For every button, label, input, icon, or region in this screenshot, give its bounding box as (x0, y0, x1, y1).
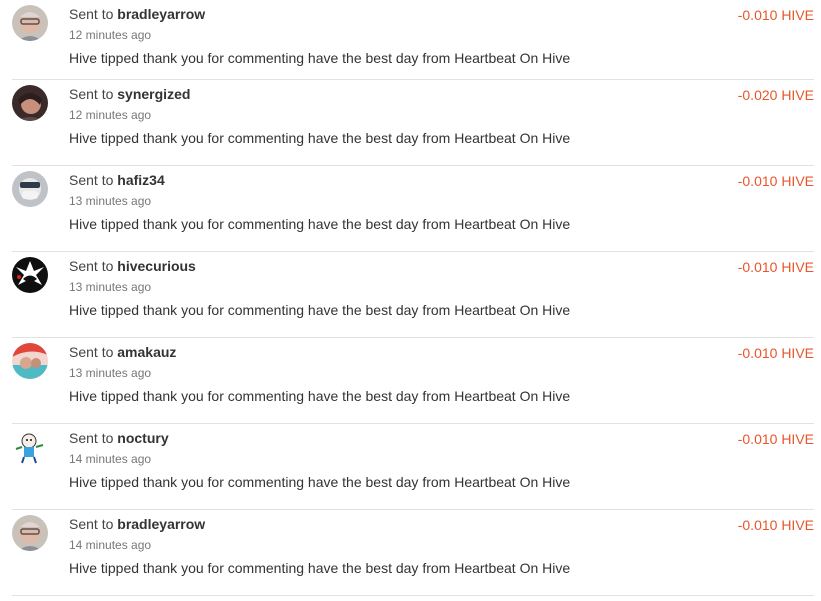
avatar[interactable] (12, 257, 48, 293)
sent-prefix: Sent to (69, 6, 114, 22)
transfer-row: Sent to hafiz34 13 minutes ago Hive tipp… (12, 166, 814, 252)
recipient-line: Sent to bradleyarrow (69, 6, 205, 22)
transfer-amount: -0.020 HIVE (737, 87, 814, 103)
transfer-memo: Hive tipped thank you for commenting hav… (69, 474, 571, 490)
transfer-row: Sent to amakauz 13 minutes ago Hive tipp… (12, 338, 814, 424)
recipient-username[interactable]: noctury (117, 430, 168, 446)
timestamp: 14 minutes ago (69, 452, 152, 466)
transfer-row: Sent to synergized 12 minutes ago Hive t… (12, 80, 814, 166)
transfer-memo: Hive tipped thank you for commenting hav… (69, 560, 571, 576)
transfer-row: Sent to bradleyarrow 12 minutes ago Hive… (12, 0, 814, 80)
transfer-row: Sent to bradleyarrow 14 minutes ago Hive… (12, 510, 814, 596)
timestamp: 13 minutes ago (69, 280, 152, 294)
recipient-username[interactable]: bradleyarrow (117, 516, 205, 532)
recipient-username[interactable]: bradleyarrow (117, 6, 205, 22)
transfer-memo: Hive tipped thank you for commenting hav… (69, 130, 571, 146)
transfer-row: Sent to noctury 14 minutes ago Hive tipp… (12, 424, 814, 510)
timestamp: 13 minutes ago (69, 366, 152, 380)
avatar[interactable] (12, 171, 48, 207)
sent-prefix: Sent to (69, 430, 114, 446)
recipient-line: Sent to amakauz (69, 344, 176, 360)
timestamp: 12 minutes ago (69, 108, 152, 122)
sent-prefix: Sent to (69, 344, 114, 360)
avatar[interactable] (12, 85, 48, 121)
transfer-amount: -0.010 HIVE (737, 7, 814, 23)
recipient-line: Sent to bradleyarrow (69, 516, 205, 532)
transfer-memo: Hive tipped thank you for commenting hav… (69, 302, 571, 318)
timestamp: 12 minutes ago (69, 28, 152, 42)
sent-prefix: Sent to (69, 258, 114, 274)
avatar[interactable] (12, 5, 48, 41)
sent-prefix: Sent to (69, 172, 114, 188)
recipient-line: Sent to hivecurious (69, 258, 196, 274)
avatar[interactable] (12, 515, 48, 551)
recipient-username[interactable]: hivecurious (117, 258, 196, 274)
transfer-memo: Hive tipped thank you for commenting hav… (69, 216, 571, 232)
transfer-history-list: Sent to bradleyarrow 12 minutes ago Hive… (0, 0, 821, 596)
recipient-line: Sent to synergized (69, 86, 190, 102)
transfer-amount: -0.010 HIVE (737, 345, 814, 361)
transfer-amount: -0.010 HIVE (737, 173, 814, 189)
transfer-amount: -0.010 HIVE (737, 517, 814, 533)
avatar[interactable] (12, 343, 48, 379)
transfer-memo: Hive tipped thank you for commenting hav… (69, 50, 571, 66)
recipient-username[interactable]: synergized (117, 86, 190, 102)
timestamp: 13 minutes ago (69, 194, 152, 208)
recipient-line: Sent to hafiz34 (69, 172, 165, 188)
recipient-username[interactable]: hafiz34 (117, 172, 164, 188)
recipient-line: Sent to noctury (69, 430, 169, 446)
transfer-amount: -0.010 HIVE (737, 259, 814, 275)
transfer-row: Sent to hivecurious 13 minutes ago Hive … (12, 252, 814, 338)
transfer-amount: -0.010 HIVE (737, 431, 814, 447)
sent-prefix: Sent to (69, 86, 114, 102)
sent-prefix: Sent to (69, 516, 114, 532)
recipient-username[interactable]: amakauz (117, 344, 176, 360)
avatar[interactable] (12, 429, 48, 465)
timestamp: 14 minutes ago (69, 538, 152, 552)
transfer-memo: Hive tipped thank you for commenting hav… (69, 388, 571, 404)
